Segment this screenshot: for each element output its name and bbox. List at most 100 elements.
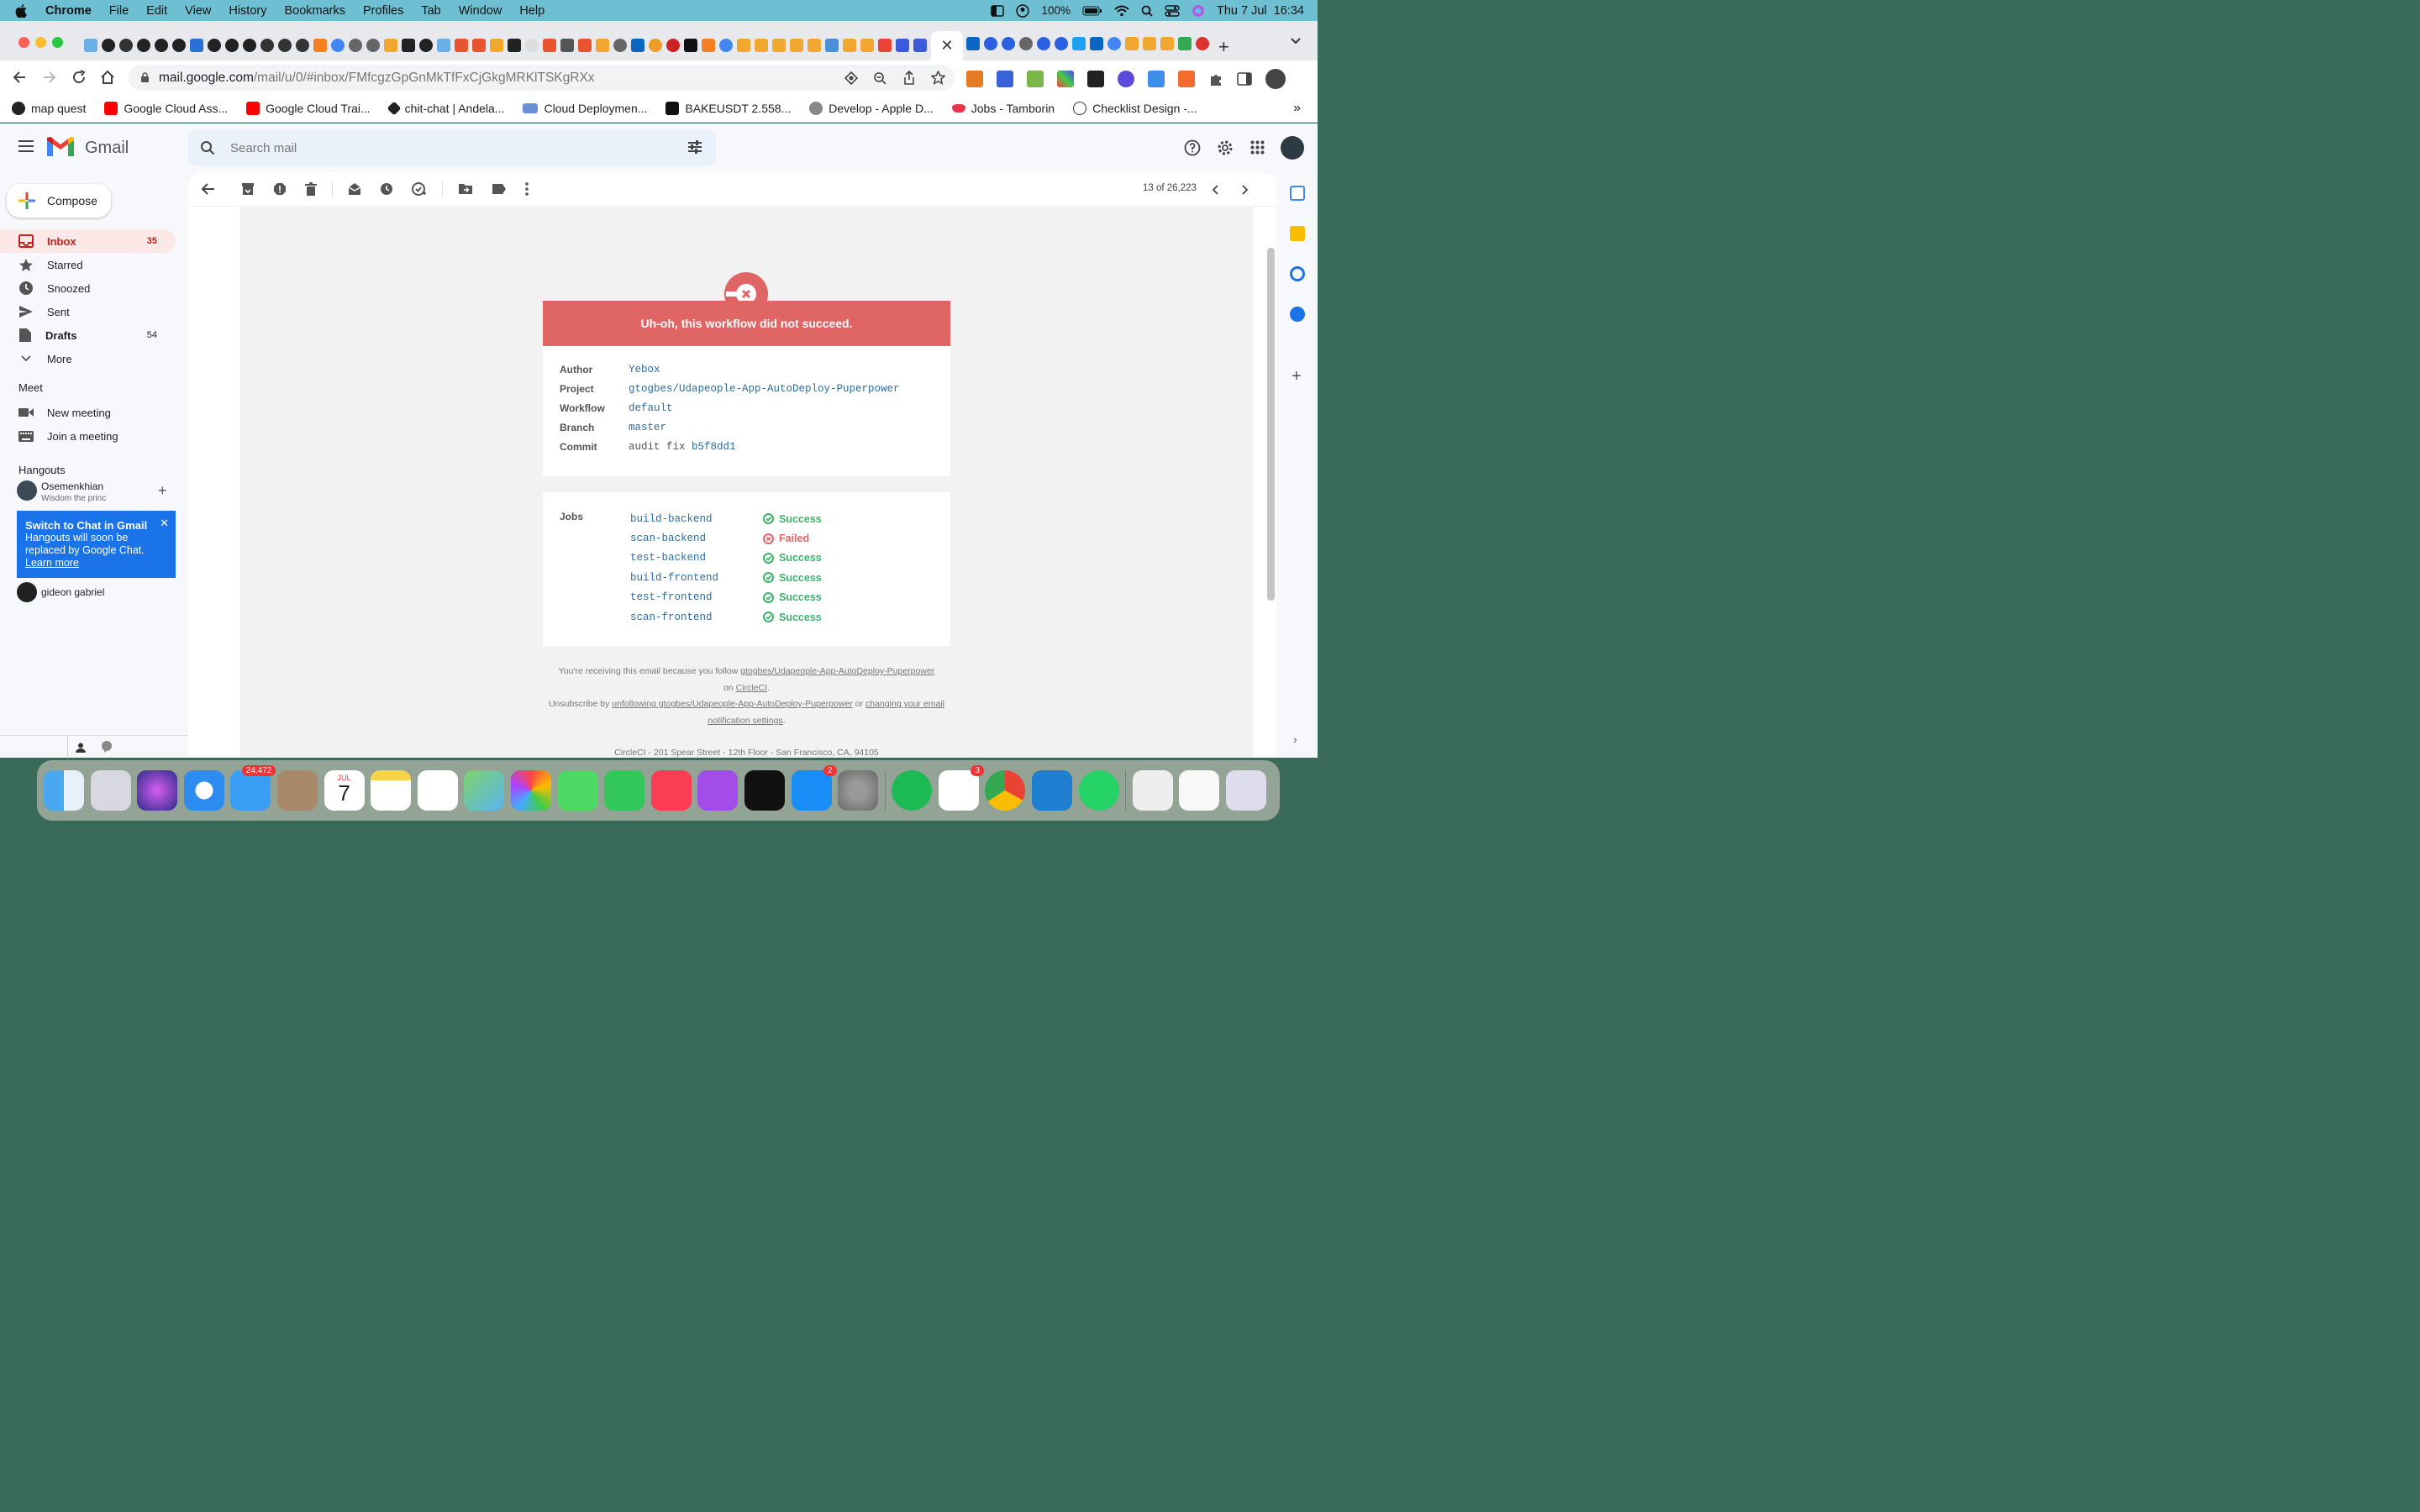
linkedin-icon[interactable] (631, 39, 644, 52)
sidebar-item-inbox[interactable]: Inbox 35 (0, 229, 176, 253)
google-icon[interactable] (719, 39, 733, 52)
c-icon[interactable] (1037, 37, 1050, 50)
vscode-icon[interactable] (1032, 770, 1073, 811)
job-name-link[interactable]: build-backend (630, 513, 763, 525)
new-tab-button[interactable]: + (1218, 36, 1229, 58)
record-icon[interactable] (1196, 37, 1209, 50)
extension-icon[interactable] (1087, 71, 1104, 87)
search-input[interactable] (230, 140, 650, 155)
terminal-icon[interactable] (402, 39, 415, 52)
show-side-panel-chevron-icon[interactable]: › (1293, 732, 1297, 746)
finder-icon[interactable] (44, 770, 84, 811)
share-icon[interactable] (902, 71, 916, 85)
star-badge-icon[interactable] (649, 39, 662, 52)
circleci-icon[interactable] (260, 39, 274, 52)
github-icon[interactable] (155, 39, 168, 52)
sidebar-item-drafts[interactable]: Drafts 54 (0, 323, 176, 347)
menu-view[interactable]: View (185, 4, 211, 18)
author-link[interactable]: Yebox (629, 364, 660, 375)
active-tab-close-button[interactable]: ✕ (931, 31, 963, 60)
mail-icon[interactable]: 24,472 (230, 765, 276, 811)
redhat-icon[interactable] (666, 39, 680, 52)
user-account-icon[interactable] (1016, 3, 1030, 18)
contact-avatar[interactable] (17, 582, 37, 602)
tab-favicon[interactable] (684, 39, 697, 52)
apps-grid-icon[interactable] (1250, 140, 1265, 155)
site-permission-icon[interactable] (844, 71, 858, 85)
table-icon[interactable] (913, 39, 927, 52)
sidebar-item-sent[interactable]: Sent (0, 300, 176, 323)
search-icon[interactable] (200, 140, 215, 155)
stackoverflow-icon[interactable] (702, 39, 715, 52)
hangouts-user-name[interactable]: Osemenkhian (41, 480, 103, 492)
contacts-app-icon[interactable] (276, 770, 318, 811)
tab-favicon[interactable] (84, 39, 97, 52)
bookmark-google-cloud-trai[interactable]: Google Cloud Trai... (246, 101, 371, 115)
c-icon[interactable] (984, 37, 997, 50)
maps-icon[interactable] (464, 770, 505, 811)
minimized-window-thumbnail[interactable] (1179, 770, 1220, 811)
forward-arrow-icon[interactable] (42, 70, 57, 85)
slack-icon[interactable]: 3 (938, 765, 984, 811)
globe-icon[interactable] (349, 39, 362, 52)
tab-search-chevron-icon[interactable] (1290, 37, 1302, 45)
sidebar-toggle-icon[interactable] (991, 4, 1005, 17)
calendar-icon[interactable] (1290, 186, 1305, 201)
siri-icon[interactable] (1192, 4, 1205, 18)
podcasts-icon[interactable] (697, 770, 739, 811)
bookmarks-overflow-button[interactable]: » (1293, 101, 1301, 116)
tab-favicon[interactable] (437, 39, 450, 52)
hangouts-chat-icon[interactable] (101, 741, 113, 757)
box-icon[interactable] (790, 39, 803, 52)
box-icon[interactable] (755, 39, 768, 52)
bookmark-map-quest[interactable]: map quest (12, 101, 86, 115)
apple-menu-icon[interactable] (15, 3, 27, 18)
siri-icon[interactable] (137, 770, 178, 811)
metamask-extension-icon[interactable] (966, 71, 983, 87)
app-store-icon[interactable]: 2 (791, 765, 837, 811)
stackoverflow-icon[interactable] (313, 39, 327, 52)
github-icon[interactable] (208, 39, 221, 52)
box-icon[interactable] (384, 39, 397, 52)
c-icon[interactable] (1002, 37, 1015, 50)
google-icon[interactable] (1107, 37, 1121, 50)
extension-icon[interactable] (1118, 71, 1134, 87)
launchpad-icon[interactable] (90, 770, 131, 811)
extension-icon[interactable] (1027, 71, 1044, 87)
project-link[interactable]: gtogbes/Udapeople-App-AutoDeploy-Puperpo… (629, 383, 900, 395)
job-name-link[interactable]: scan-backend (630, 533, 763, 544)
spotify-icon[interactable] (892, 770, 933, 811)
main-menu-icon[interactable] (18, 140, 34, 152)
globe-icon[interactable] (366, 39, 380, 52)
branch-link[interactable]: master (629, 422, 666, 433)
menu-bookmarks[interactable]: Bookmarks (284, 4, 345, 18)
address-bar[interactable]: mail.google.com/mail/u/0/#inbox/FMfcgzGp… (129, 65, 955, 91)
mark-unread-icon[interactable] (348, 182, 361, 196)
globe-icon[interactable] (1019, 37, 1033, 50)
linkedin-icon[interactable] (1090, 37, 1103, 50)
menu-help[interactable]: Help (519, 4, 544, 18)
menu-tab[interactable]: Tab (421, 4, 440, 18)
box-icon[interactable] (490, 39, 503, 52)
side-panel-icon[interactable] (1237, 72, 1252, 86)
lock-icon[interactable] (140, 72, 150, 83)
chat-bubble-icon[interactable] (525, 39, 539, 52)
github-icon[interactable] (243, 39, 256, 52)
flame-icon[interactable] (578, 39, 592, 52)
help-icon[interactable] (1184, 139, 1201, 156)
sidebar-item-snoozed[interactable]: Snoozed (0, 276, 176, 300)
bookmark-checklist-design[interactable]: Checklist Design -... (1073, 101, 1197, 115)
minimized-window-thumbnail[interactable] (1132, 770, 1173, 811)
account-avatar[interactable] (1281, 136, 1304, 160)
menu-history[interactable]: History (229, 4, 266, 18)
trash-icon[interactable] (1226, 770, 1267, 811)
meet-icon[interactable] (1178, 37, 1192, 50)
bookmark-chit-chat[interactable]: chit-chat | Andela... (387, 101, 504, 115)
spotlight-search-icon[interactable] (1141, 5, 1153, 17)
box-icon[interactable] (843, 39, 856, 52)
report-spam-icon[interactable] (273, 182, 287, 196)
gmail-logo-icon[interactable] (47, 137, 74, 158)
circleci-icon[interactable] (278, 39, 292, 52)
job-name-link[interactable]: build-frontend (630, 572, 763, 584)
bookmark-bakeusdt[interactable]: BAKEUSDT 2.558... (666, 101, 791, 115)
